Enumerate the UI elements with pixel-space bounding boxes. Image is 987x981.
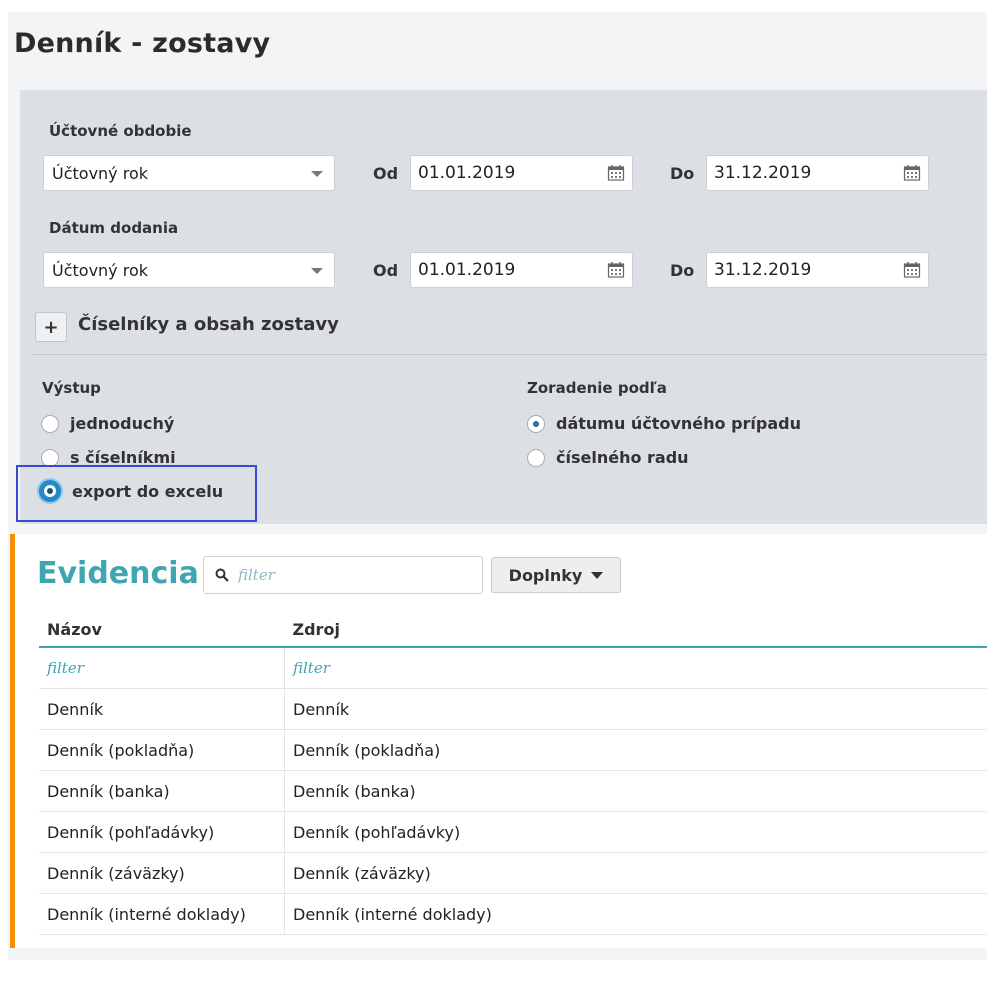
table-cell: Denník (banka): [39, 770, 285, 812]
delivery-date-from-value: 01.01.2019: [418, 260, 516, 280]
table-cell: Denník (záväzky): [39, 852, 285, 894]
radio-button-icon: [41, 448, 59, 467]
column-header-name[interactable]: Názov: [39, 612, 285, 648]
calendar-icon[interactable]: [903, 261, 921, 279]
addons-dropdown-button[interactable]: Doplnky: [491, 557, 621, 593]
radio-sort-number-series-label: číselného radu: [556, 448, 689, 467]
radio-button-icon: [527, 448, 545, 467]
delivery-date-select[interactable]: Účtovný rok: [43, 252, 335, 288]
calendar-icon[interactable]: [903, 164, 921, 182]
filter-row: filter filter: [39, 647, 987, 689]
search-input[interactable]: [238, 563, 468, 587]
table-cell: Denník (záväzky): [284, 852, 987, 894]
table-cell: Denník (pokladňa): [284, 729, 987, 771]
caret-down-icon: [591, 571, 604, 579]
radio-output-simple-label: jednoduchý: [70, 414, 175, 433]
plus-icon: +: [43, 316, 59, 338]
evidencia-table: Názov Zdroj filter filter Denník Denník D…: [39, 612, 987, 935]
delivery-date-label: Dátum dodania: [49, 219, 179, 237]
radio-button-selected-icon: [527, 414, 545, 433]
expand-codelists-button[interactable]: +: [35, 312, 67, 342]
table-row[interactable]: Denník (banka) Denník (banka): [39, 770, 987, 812]
table-row[interactable]: Denník (záväzky) Denník (záväzky): [39, 852, 987, 894]
evidencia-panel: Evidencia Doplnky Názov Zdroj filter fil…: [10, 534, 987, 948]
calendar-icon[interactable]: [607, 164, 625, 182]
app-window: Denník - zostavy Účtovné obdobie Účtovný…: [8, 12, 987, 960]
column-header-source[interactable]: Zdroj: [284, 612, 987, 648]
delivery-date-to-label: Do: [670, 261, 695, 280]
table-cell: Denník: [284, 688, 987, 730]
delivery-date-select-value: Účtovný rok: [52, 260, 149, 280]
calendar-icon[interactable]: [607, 261, 625, 279]
accounting-period-to-value: 31.12.2019: [714, 163, 812, 183]
addons-button-label: Doplnky: [508, 565, 583, 585]
accounting-period-select-value: Účtovný rok: [52, 163, 149, 183]
table-header-row: Názov Zdroj: [39, 612, 987, 648]
table-cell: Denník (banka): [284, 770, 987, 812]
filter-panel: Účtovné obdobie Účtovný rok Od 01.01.201…: [20, 90, 987, 524]
radio-sort-number-series[interactable]: číselného radu: [527, 448, 689, 467]
radio-sort-date-label: dátumu účtovného prípadu: [556, 414, 801, 433]
sort-label: Zoradenie podľa: [527, 379, 667, 397]
table-row[interactable]: Denník (pohľadávky) Denník (pohľadávky): [39, 811, 987, 853]
accounting-period-from-date[interactable]: 01.01.2019: [410, 155, 633, 191]
chevron-down-icon: [311, 171, 323, 177]
table-cell: Denník (interné doklady): [39, 893, 285, 935]
delivery-date-from-label: Od: [373, 261, 399, 280]
name-filter-cell[interactable]: filter: [39, 647, 285, 689]
radio-button-icon: [41, 414, 59, 433]
table-row[interactable]: Denník (pokladňa) Denník (pokladňa): [39, 729, 987, 771]
highlight-box: [16, 465, 257, 522]
table-cell: Denník (pohľadávky): [39, 811, 285, 853]
delivery-date-to-value: 31.12.2019: [714, 260, 812, 280]
table-cell: Denník (pohľadávky): [284, 811, 987, 853]
codelists-section-label[interactable]: Číselníky a obsah zostavy: [78, 314, 339, 335]
table-row[interactable]: Denník (interné doklady) Denník (interné …: [39, 893, 987, 935]
accounting-period-from-value: 01.01.2019: [418, 163, 516, 183]
accounting-period-label: Účtovné obdobie: [49, 122, 192, 140]
radio-sort-date[interactable]: dátumu účtovného prípadu: [527, 414, 801, 433]
table-cell: Denník: [39, 688, 285, 730]
evidencia-title: Evidencia: [37, 556, 199, 591]
accounting-period-to-label: Do: [670, 164, 695, 183]
output-label: Výstup: [42, 379, 101, 397]
accounting-period-select[interactable]: Účtovný rok: [43, 155, 335, 191]
page-title: Denník - zostavy: [14, 28, 271, 59]
evidencia-search[interactable]: [203, 556, 483, 594]
chevron-down-icon: [311, 268, 323, 274]
delivery-date-from-date[interactable]: 01.01.2019: [410, 252, 633, 288]
table-cell: Denník (pokladňa): [39, 729, 285, 771]
divider: [32, 354, 987, 355]
search-icon: [215, 568, 229, 582]
delivery-date-to-date[interactable]: 31.12.2019: [706, 252, 929, 288]
table-row[interactable]: Denník Denník: [39, 688, 987, 730]
accounting-period-from-label: Od: [373, 164, 399, 183]
accounting-period-to-date[interactable]: 31.12.2019: [706, 155, 929, 191]
source-filter-cell[interactable]: filter: [284, 647, 987, 689]
radio-output-simple[interactable]: jednoduchý: [41, 414, 174, 433]
table-cell: Denník (interné doklady): [284, 893, 987, 935]
